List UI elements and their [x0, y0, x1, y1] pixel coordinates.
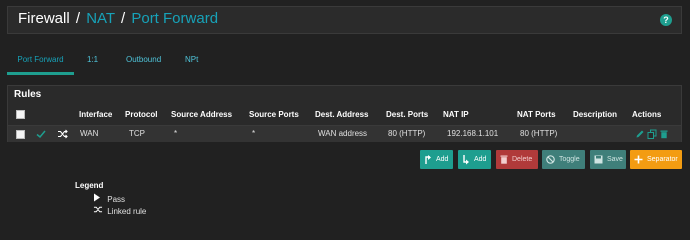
row-source-address: * — [174, 129, 178, 138]
row-interface: WAN — [80, 129, 99, 138]
breadcrumb: Firewall / NAT / Port Forward — [18, 10, 218, 27]
column-header-source-ports[interactable]: Source Ports — [249, 105, 299, 125]
row-nat-ports: 80 (HTTP) — [520, 129, 558, 138]
column-header-dest-address[interactable]: Dest. Address — [315, 105, 369, 125]
rules-panel-title: Rules — [14, 89, 42, 100]
check-icon[interactable] — [36, 129, 46, 139]
play-icon — [93, 193, 105, 202]
row-dest-ports: 80 (HTTP) — [388, 129, 426, 138]
column-header-protocol[interactable]: Protocol — [125, 105, 157, 125]
breadcrumb-firewall: Firewall — [18, 10, 70, 27]
help-icon[interactable]: ? — [660, 14, 672, 26]
column-header-nat-ip[interactable]: NAT IP — [443, 105, 469, 125]
column-header-description[interactable]: Description — [573, 105, 617, 125]
pencil-icon[interactable] — [635, 129, 645, 139]
row-source-ports: * — [252, 129, 256, 138]
save-label: Save — [607, 156, 623, 163]
shuffle-icon — [93, 205, 105, 214]
toggle-button[interactable]: Toggle — [542, 150, 585, 169]
shuffle-icon — [57, 129, 68, 139]
select-all-checkbox[interactable] — [16, 110, 25, 119]
column-header-actions: Actions — [632, 110, 662, 119]
arrow-down-icon — [462, 154, 470, 165]
row-nat-ip: 192.168.1.101 — [447, 129, 499, 138]
legend-linked: Linked rule — [93, 205, 146, 216]
row-select-checkbox[interactable] — [16, 130, 25, 139]
arrow-up-icon — [424, 154, 432, 165]
row-dest-address: WAN address — [318, 129, 368, 138]
add-rule-top-button[interactable]: Add — [420, 150, 453, 169]
add-separator-button[interactable]: Separator — [630, 150, 682, 169]
row-protocol: TCP — [129, 129, 145, 138]
separator-label: Separator — [647, 156, 678, 163]
save-icon — [594, 155, 603, 164]
breadcrumb-separator: / — [75, 10, 81, 27]
save-button[interactable]: Save — [590, 150, 626, 169]
table-row[interactable]: WAN TCP * * WAN address 80 (HTTP) 192.16… — [8, 126, 681, 142]
legend-title: Legend — [75, 181, 104, 190]
legend-pass: Pass — [93, 193, 125, 204]
tab-port-forward[interactable]: Port Forward — [7, 48, 74, 75]
legend-linked-label: Linked rule — [107, 207, 147, 216]
trash-icon — [500, 155, 508, 164]
breadcrumb-nat-link[interactable]: NAT — [86, 10, 115, 27]
tab-npt[interactable]: NPt — [185, 48, 198, 72]
ban-icon — [546, 155, 555, 164]
page-header: Firewall / NAT / Port Forward ? — [7, 6, 682, 34]
rules-panel: Rules Interface Protocol Source Address … — [7, 85, 682, 142]
legend-pass-label: Pass — [107, 195, 126, 204]
add-bottom-label: Add — [474, 156, 487, 163]
column-header-source-address[interactable]: Source Address — [171, 105, 232, 125]
copy-icon[interactable] — [647, 129, 657, 139]
rules-table-header: Interface Protocol Source Address Source… — [8, 105, 681, 126]
trash-icon[interactable] — [659, 129, 669, 139]
delete-label: Delete — [512, 156, 533, 163]
column-header-dest-ports[interactable]: Dest. Ports — [386, 105, 428, 125]
delete-button[interactable]: Delete — [496, 150, 538, 169]
add-rule-bottom-button[interactable]: Add — [458, 150, 491, 169]
breadcrumb-separator: / — [121, 10, 126, 27]
add-top-label: Add — [436, 156, 449, 163]
column-header-interface[interactable]: Interface — [79, 105, 112, 125]
tab-1-to-1[interactable]: 1:1 — [87, 48, 98, 72]
breadcrumb-port-forward-link[interactable]: Port Forward — [131, 10, 218, 27]
column-header-nat-ports[interactable]: NAT Ports — [517, 105, 556, 125]
toggle-label: Toggle — [559, 156, 580, 163]
tab-outbound[interactable]: Outbound — [126, 48, 161, 72]
plus-icon — [634, 155, 643, 164]
legend: Legend Pass Linked rule — [75, 181, 146, 216]
